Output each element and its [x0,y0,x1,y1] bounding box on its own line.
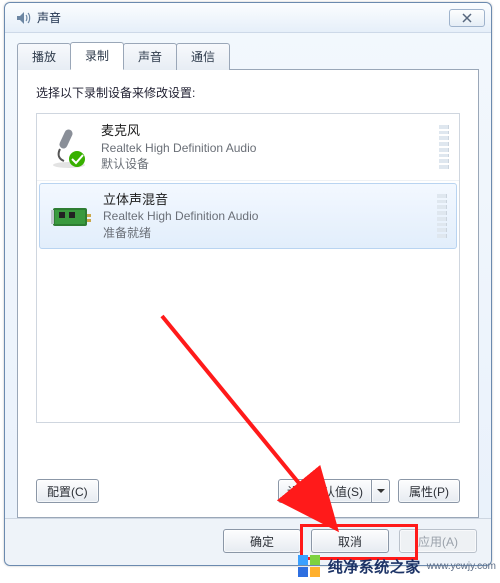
set-default-main[interactable]: 设为默认值(S) [278,479,372,503]
device-text: 立体声混音 Realtek High Definition Audio 准备就绪 [103,191,429,241]
panel-buttons: 配置(C) 设为默认值(S) 属性(P) [36,467,460,503]
device-desc: Realtek High Definition Audio [101,140,431,156]
close-icon [462,13,472,23]
dialog-body: 播放 录制 声音 通信 选择以下录制设备来修改设置: [5,33,491,518]
tab-sounds[interactable]: 声音 [123,43,177,70]
tabs: 播放 录制 声音 通信 [17,41,479,69]
device-item-stereomix[interactable]: 立体声混音 Realtek High Definition Audio 准备就绪 [39,183,457,249]
panel-instruction: 选择以下录制设备来修改设置: [36,84,460,101]
ok-button[interactable]: 确定 [223,529,301,553]
configure-button[interactable]: 配置(C) [36,479,99,503]
watermark-sub: www.ycwjy.com [427,561,496,572]
tab-communications[interactable]: 通信 [176,43,230,70]
device-status: 准备就绪 [103,225,429,241]
apply-button[interactable]: 应用(A) [399,529,477,553]
titlebar: 声音 [5,3,491,33]
chevron-down-icon [377,487,385,495]
speaker-icon [15,10,31,26]
device-list[interactable]: 麦克风 Realtek High Definition Audio 默认设备 [36,113,460,423]
close-button[interactable] [449,9,485,27]
device-item-microphone[interactable]: 麦克风 Realtek High Definition Audio 默认设备 [37,114,459,181]
sound-dialog: 声音 播放 录制 声音 通信 选择以下录制设备来修改设置: [4,2,492,566]
level-meter [439,125,449,169]
properties-button[interactable]: 属性(P) [398,479,460,503]
device-name: 麦克风 [101,122,431,140]
set-default-button[interactable]: 设为默认值(S) [278,479,390,503]
tab-recording[interactable]: 录制 [70,42,124,70]
device-name: 立体声混音 [103,191,429,209]
watermark: 纯净系统之家 www.ycwjy.com [298,551,496,581]
level-meter [437,194,447,238]
cancel-button[interactable]: 取消 [311,529,389,553]
logo-icon [298,555,320,577]
recording-panel: 选择以下录制设备来修改设置: 麦克风 Realt [17,69,479,518]
device-text: 麦克风 Realtek High Definition Audio 默认设备 [101,122,431,172]
set-default-dropdown[interactable] [372,479,390,503]
window-title: 声音 [37,9,449,26]
device-desc: Realtek High Definition Audio [103,208,429,224]
device-status: 默认设备 [101,156,431,172]
soundcard-icon [49,194,93,238]
watermark-text: 纯净系统之家 [328,556,421,577]
microphone-icon [47,125,91,169]
tab-playback[interactable]: 播放 [17,43,71,70]
